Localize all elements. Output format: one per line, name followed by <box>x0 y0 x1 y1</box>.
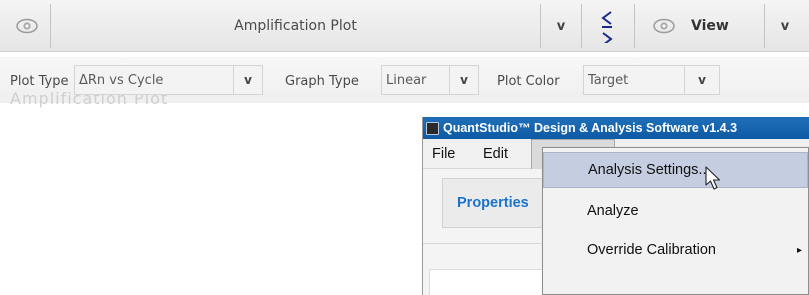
graph-type-select[interactable]: Linear <box>381 65 450 95</box>
menu-item-label: Analysis Settings... <box>588 162 711 178</box>
plot-type-select[interactable]: ΔRn vs Cycle <box>74 65 234 95</box>
submenu-arrow-icon: ▸ <box>796 244 802 256</box>
plot-title: Amplification Plot <box>234 18 357 34</box>
eye-icon <box>15 18 38 34</box>
mouse-cursor-icon <box>705 166 721 190</box>
plot-type-label: Plot Type <box>10 74 69 89</box>
plot-color-value: Target <box>588 72 629 88</box>
graph-type-label: Graph Type <box>285 74 359 89</box>
menu-edit[interactable]: Edit <box>483 139 508 169</box>
menu-item-override-calibration[interactable]: Override Calibration ▸ <box>543 232 808 268</box>
view-dropdown[interactable]: v <box>764 4 805 48</box>
menu-file[interactable]: File <box>432 139 455 169</box>
graph-type-dropdown[interactable]: v <box>449 65 479 95</box>
plot-selector-dropdown[interactable]: v <box>540 4 582 48</box>
plot-selector[interactable]: Amplification Plot <box>51 4 540 48</box>
chevron-down-icon: v <box>556 18 566 34</box>
view-button[interactable]: View <box>634 4 764 48</box>
tab-properties-label: Properties <box>457 195 529 211</box>
plot-type-dropdown[interactable]: v <box>233 65 263 95</box>
window-title-bar: QuantStudio™ Design & Analysis Software … <box>423 117 809 139</box>
plot-toolbar: Amplification Plot v View v <box>0 0 809 52</box>
menu-item-label: Analyze <box>587 203 639 219</box>
plot-color-select[interactable]: Target <box>583 65 685 95</box>
eye-icon <box>653 18 675 34</box>
chevron-down-icon: v <box>460 73 468 87</box>
collapse-arrows-icon <box>601 11 613 43</box>
graph-type-value: Linear <box>386 72 427 88</box>
analysis-menu: Analysis Settings... Analyze Override Ca… <box>542 147 809 295</box>
menu-item-label: Override Calibration <box>587 242 716 258</box>
plot-color-dropdown[interactable]: v <box>684 65 720 95</box>
chevron-down-icon: v <box>780 18 790 34</box>
chevron-down-icon: v <box>244 73 252 87</box>
window-title: QuantStudio™ Design & Analysis Software … <box>443 121 738 135</box>
menu-item-analyze[interactable]: Analyze <box>543 193 808 229</box>
app-icon <box>426 121 439 135</box>
chevron-down-icon: v <box>698 73 706 87</box>
view-label: View <box>691 18 729 34</box>
plot-type-value: ΔRn vs Cycle <box>79 72 164 88</box>
collapse-toggle[interactable] <box>584 4 630 48</box>
plot-color-label: Plot Color <box>497 74 560 89</box>
menu-item-analysis-settings[interactable]: Analysis Settings... <box>543 152 808 188</box>
toggle-visibility-button[interactable] <box>3 4 51 48</box>
